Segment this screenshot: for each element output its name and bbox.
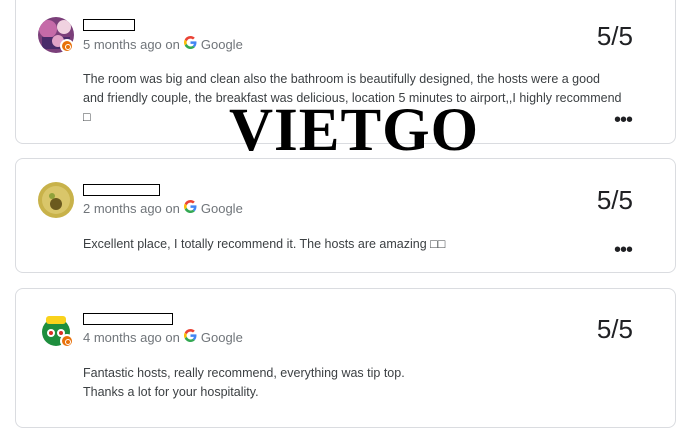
review-time: 2 months ago [83,200,162,216]
review-card: 4 months ago on Google 5/5 Fantastic hos… [15,288,676,428]
review-meta: 4 months ago on Google [83,329,243,345]
review-score: 5/5 [596,21,633,51]
more-options-icon[interactable]: ••• [614,240,633,260]
review-text: Fantastic hosts, really recommend, every… [83,364,623,402]
review-meta: 5 months ago on Google [83,36,243,52]
avatar[interactable] [38,182,74,218]
review-source: Google [200,329,243,345]
review-text-line: Thanks a lot for your hospitality. [83,385,259,399]
review-text-line: Fantastic hosts, really recommend, every… [83,366,405,380]
review-time: 4 months ago [83,329,162,345]
review-text: Excellent place, I totally recommend it.… [83,237,446,251]
google-icon [183,36,197,52]
review-score: 5/5 [596,185,633,215]
reviewer-name-redacted[interactable] [83,184,160,196]
reviewer-name-redacted[interactable] [83,19,135,31]
review-source: Google [200,36,243,52]
review-meta: 2 months ago on Google [83,200,243,216]
watermark-logo: VIETGO [229,97,480,164]
google-icon [183,200,197,216]
reviewer-name-redacted[interactable] [83,313,173,325]
review-score: 5/5 [596,314,633,344]
local-guide-badge [60,39,74,53]
google-icon [183,329,197,345]
review-source: Google [200,200,243,216]
more-options-icon[interactable]: ••• [614,110,633,130]
review-time: 5 months ago [83,36,162,52]
review-card: 2 months ago on Google 5/5 Excellent pla… [15,158,676,273]
local-guide-badge [60,334,74,348]
